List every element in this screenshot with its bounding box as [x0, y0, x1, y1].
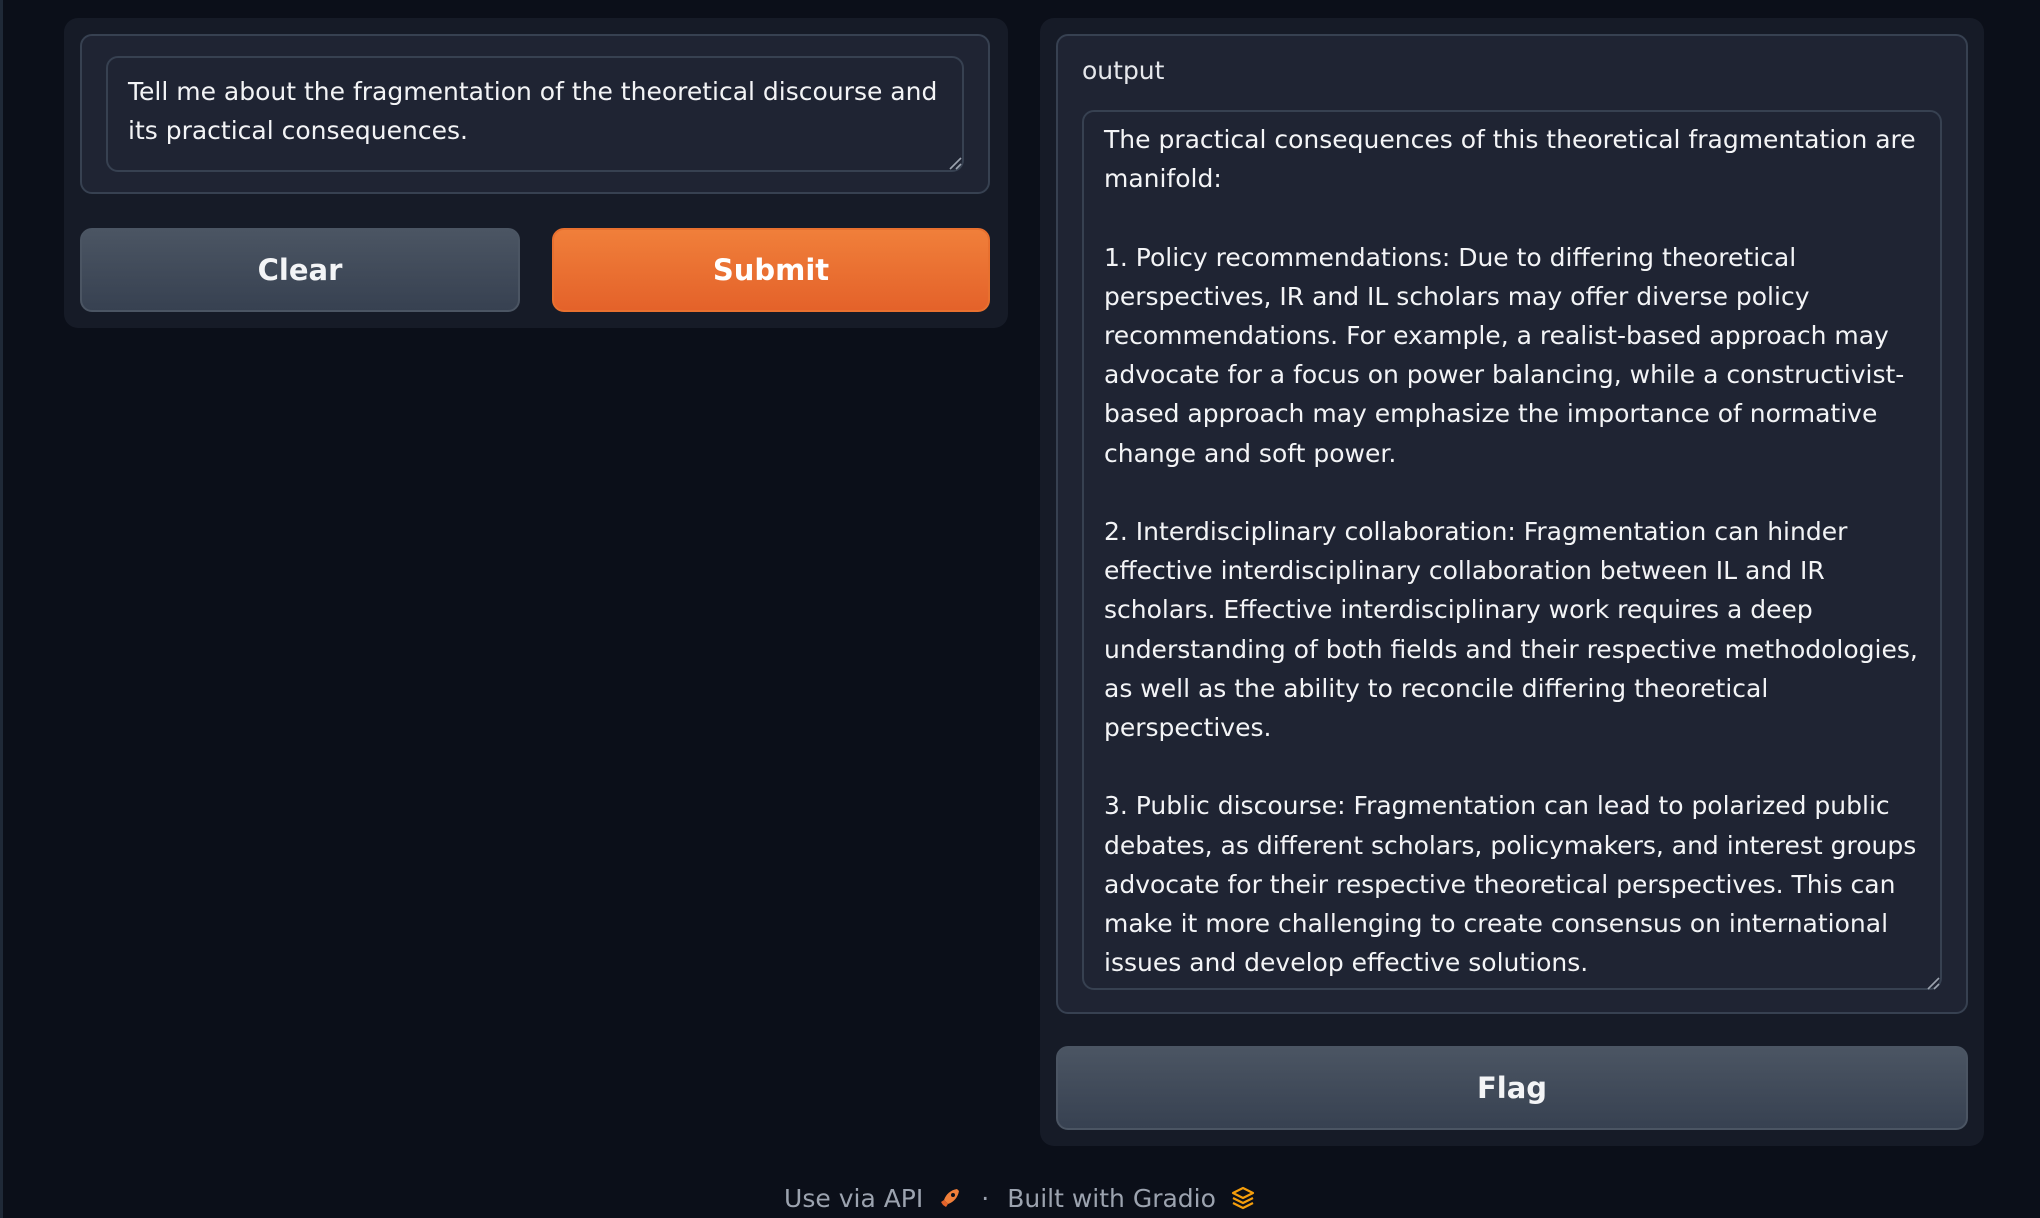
prompt-textarea[interactable]: Tell me about the fragmentation of the t…	[106, 56, 964, 172]
output-textarea[interactable]: The practical consequences of this theor…	[1082, 110, 1942, 990]
output-panel: output The practical consequences of thi…	[1040, 18, 1984, 1146]
flag-button[interactable]: Flag	[1056, 1046, 1968, 1130]
built-with-gradio-link[interactable]: Built with Gradio	[1007, 1184, 1256, 1213]
footer-separator: ·	[981, 1183, 990, 1213]
gradio-app: Tell me about the fragmentation of the t…	[0, 0, 2040, 1218]
clear-button[interactable]: Clear	[80, 228, 520, 312]
use-via-api-link[interactable]: Use via API	[784, 1184, 963, 1213]
resize-handle-icon[interactable]	[948, 156, 962, 170]
rocket-icon	[941, 1189, 960, 1207]
resize-handle-icon[interactable]	[1926, 976, 1940, 990]
footer: Use via API · Built with Gradio	[0, 1178, 2040, 1218]
input-block: Tell me about the fragmentation of the t…	[80, 34, 990, 194]
input-panel: Tell me about the fragmentation of the t…	[64, 18, 1008, 328]
output-label: output	[1082, 56, 1165, 85]
window-edge	[0, 0, 3, 1218]
output-block: output The practical consequences of thi…	[1056, 34, 1968, 1014]
submit-button[interactable]: Submit	[552, 228, 990, 312]
built-with-gradio-label: Built with Gradio	[1007, 1183, 1216, 1213]
gradio-logo-icon	[1231, 1186, 1255, 1210]
use-via-api-label: Use via API	[784, 1183, 924, 1213]
